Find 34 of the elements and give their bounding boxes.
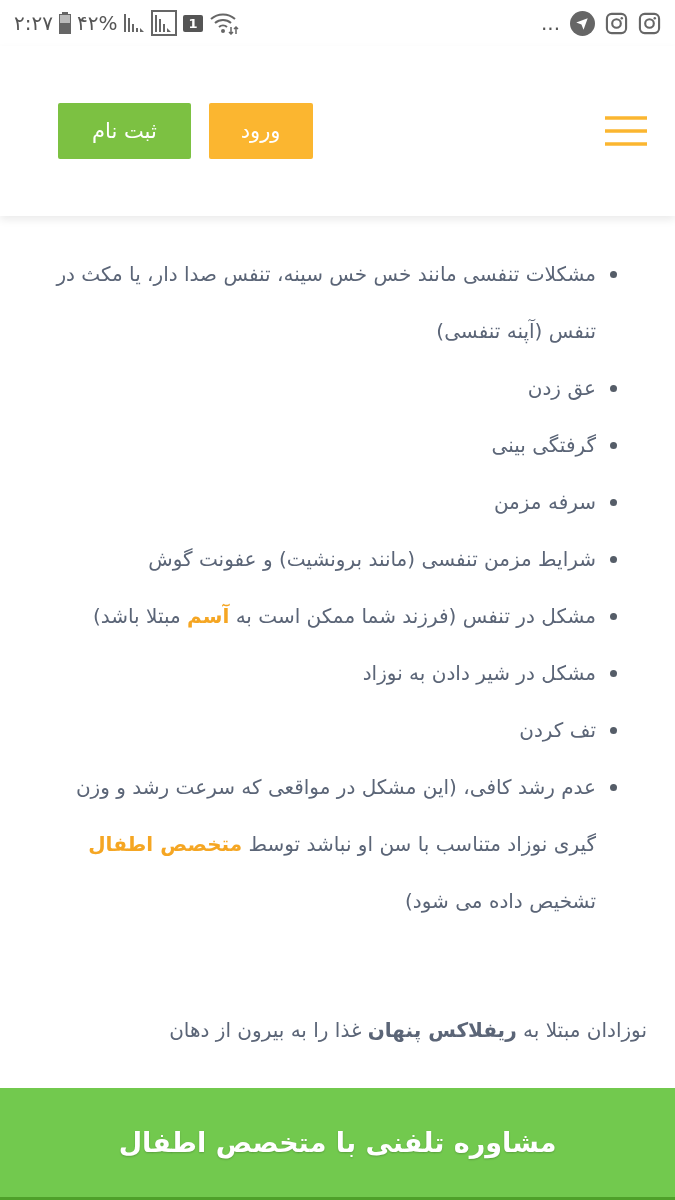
list-item-text: مشکل در تنفس (فرزند شما ممکن است به آسم مبتلا باشد) <box>92 603 596 630</box>
list-item-text: تف کردن <box>519 717 596 744</box>
signal-icon <box>151 10 178 36</box>
bullet-icon <box>610 271 617 278</box>
list-item-text: عق زدن <box>527 375 596 402</box>
list-item-text: شرایط مزمن تنفسی (مانند برونشیت) و عفونت گوش <box>148 546 596 573</box>
camera-icon <box>605 11 628 35</box>
bullet-icon <box>610 385 617 392</box>
wifi-icon <box>208 11 239 35</box>
signup-button[interactable]: ثبت نام <box>58 103 191 159</box>
camera-icon <box>638 11 661 35</box>
bullet-icon <box>610 727 617 734</box>
menu-icon[interactable] <box>605 116 647 146</box>
bullet-icon <box>610 670 617 677</box>
clock-time: ۲:۲۷ <box>14 11 53 35</box>
paper-plane-icon <box>570 10 595 36</box>
list-item-text: سرفه مزمن <box>493 489 596 516</box>
list-item-text: مشکل در شیر دادن به نوزاد <box>362 660 596 687</box>
sim-badge: 1 <box>183 14 203 32</box>
battery-icon <box>58 12 71 34</box>
paragraph-text: نوزادان مبتلا به ریفلاکس پنهان غذا را به بیرون از دهان <box>168 1017 647 1045</box>
list-item-text: گرفتگی بینی <box>491 432 596 459</box>
list-item-text: مشکلات تنفسی مانند خس خس سینه، تنفس صدا دار، یا مکث در تنفس (آپنه تنفسی) <box>54 261 596 346</box>
bullet-icon <box>610 613 617 620</box>
bullet-icon <box>610 556 617 563</box>
list-item-text: عدم رشد کافی، (این مشکل در مواقعی که سرعت رشد و وزن گیری نوزاد متناسب با سن او نباشد توسط متخصص اطفال تشخیص داده می شود) <box>74 774 596 915</box>
phone-consult-button[interactable]: مشاوره تلفنی با متخصص اطفال <box>0 1088 675 1200</box>
signal-icon <box>123 12 146 34</box>
login-button[interactable]: ورود <box>208 103 313 159</box>
more-dots: ... <box>540 11 560 35</box>
battery-percent: ۴۲% <box>76 11 118 35</box>
bullet-icon <box>610 442 617 449</box>
bullet-icon <box>610 784 617 791</box>
bullet-icon <box>610 499 617 506</box>
